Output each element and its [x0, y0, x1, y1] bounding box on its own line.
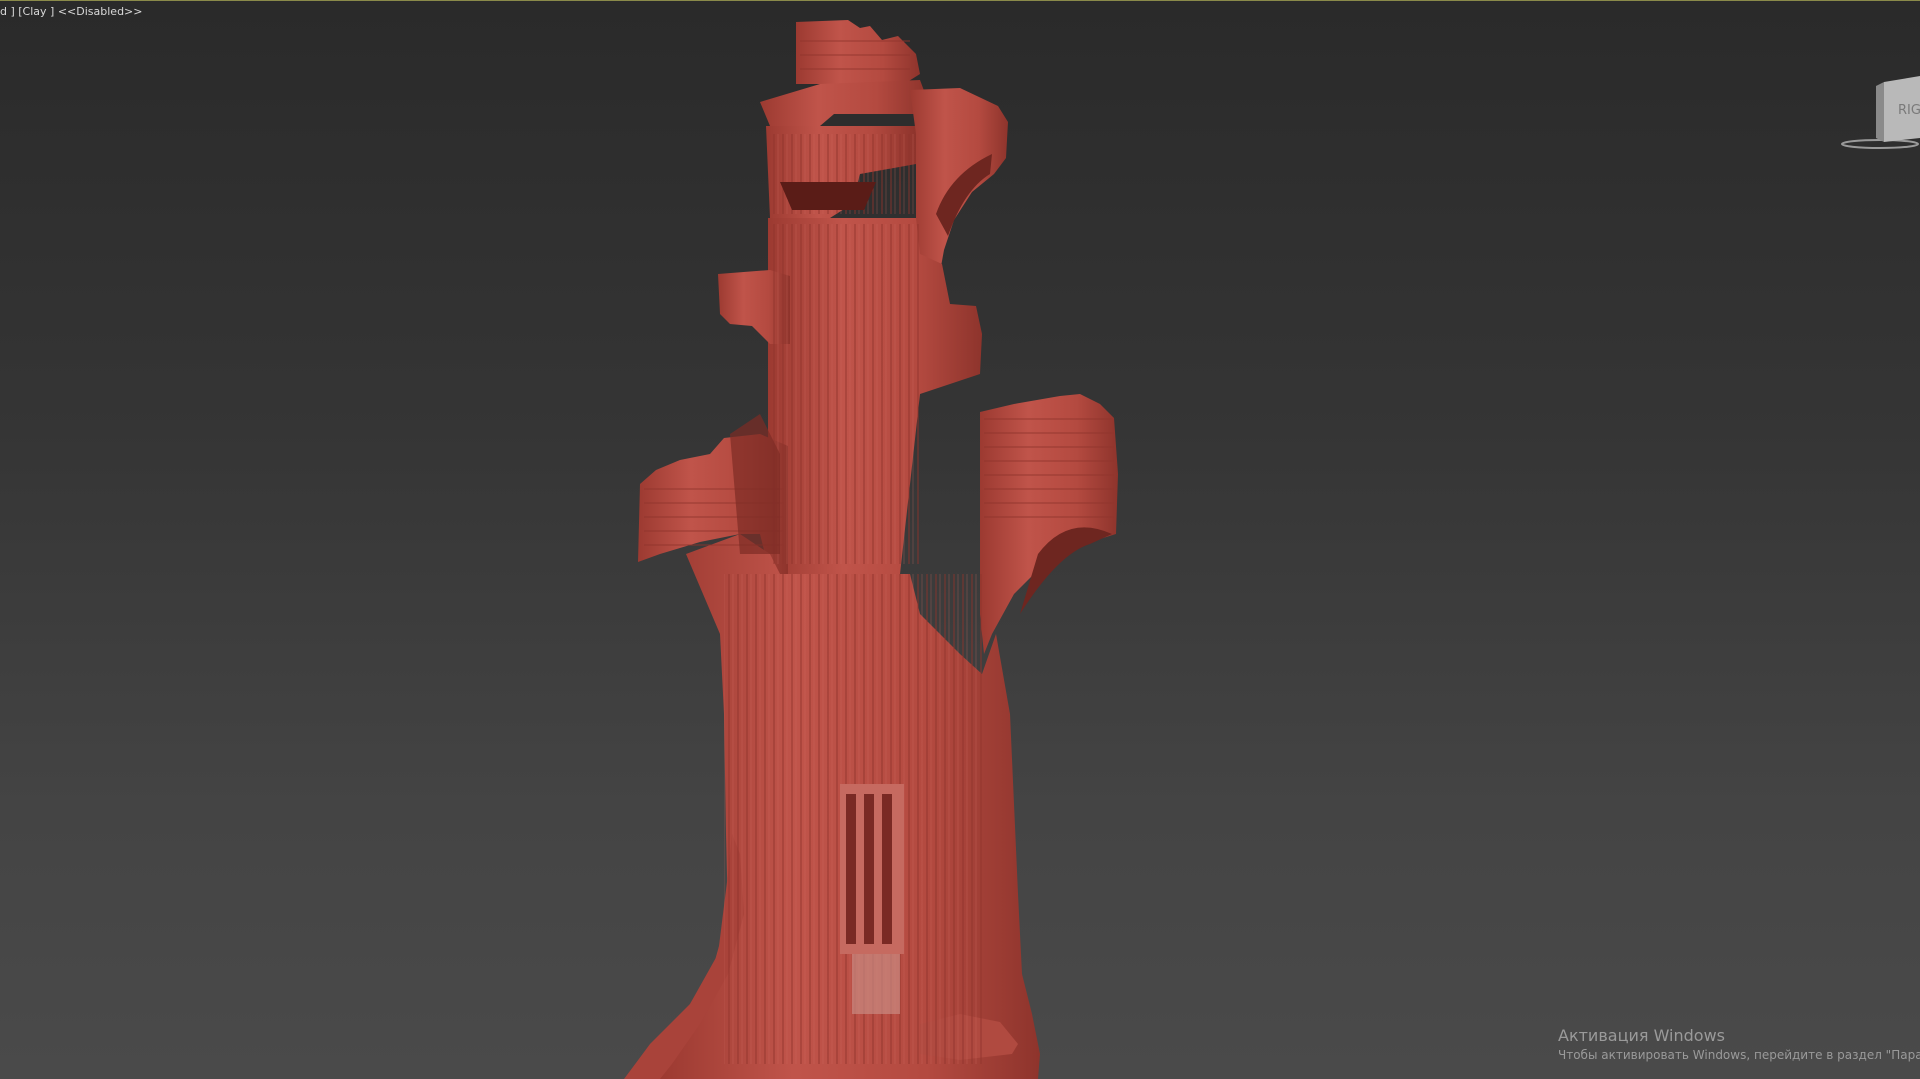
3d-viewport[interactable]: d ] [Clay ] <<Disabled>> RIG Активация W…	[0, 0, 1920, 1079]
viewcube-icon[interactable]: RIGHT	[1840, 72, 1920, 152]
compass-ring-icon	[1841, 139, 1919, 149]
tower-3d-model[interactable]	[620, 14, 1180, 1079]
viewport-active-border	[0, 0, 1920, 1]
activation-subtitle: Чтобы активировать Windows, перейдите в …	[1558, 1048, 1920, 1062]
activation-title: Активация Windows	[1558, 1026, 1725, 1045]
viewcube-face-label: RIGHT	[1898, 103, 1920, 118]
viewport-label-menu[interactable]: d ] [Clay ] <<Disabled>>	[0, 5, 142, 18]
windows-activation-watermark: Активация Windows Чтобы активировать Win…	[1558, 1026, 1920, 1064]
